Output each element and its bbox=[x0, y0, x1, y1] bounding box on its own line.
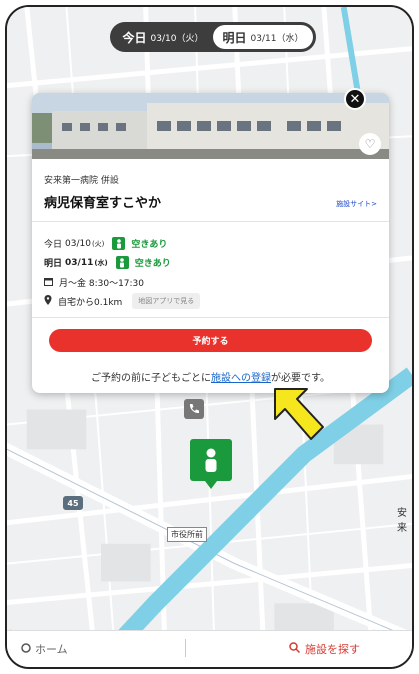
availability-tomorrow: 明日 03/11 (水) 空きあり bbox=[44, 256, 171, 269]
pointer-arrow bbox=[273, 387, 325, 447]
facility-name: 病児保育室すこやか bbox=[44, 196, 162, 211]
bottom-nav: ホーム 施設を探す bbox=[7, 630, 412, 667]
hospital-name: 安来第一病院 併設 bbox=[44, 176, 119, 186]
divider bbox=[32, 221, 389, 222]
registration-link[interactable]: 施設への登録 bbox=[211, 373, 271, 384]
nav-home-label: ホーム bbox=[35, 643, 68, 656]
map-edge-label: 安来 bbox=[397, 508, 407, 534]
distance-row: 自宅から0.1km 地図アプリで見る bbox=[44, 293, 201, 309]
availability-status: 空きあり bbox=[131, 240, 168, 250]
nav-separator bbox=[185, 639, 186, 657]
tab-tomorrow-label: 明日 bbox=[222, 30, 247, 45]
route-number-badge: 45 bbox=[63, 496, 83, 510]
availability-day: 明日 bbox=[44, 259, 63, 269]
facility-site-link[interactable]: 施設サイト> bbox=[336, 199, 377, 209]
facility-photo: ♡ bbox=[32, 93, 389, 159]
availability-weekday: (水) bbox=[94, 258, 108, 267]
facility-marker-icon[interactable] bbox=[190, 439, 232, 489]
availability-date: 03/10 bbox=[65, 238, 91, 249]
phone-frame: 今日 03/10（火） 明日 03/11（水） ♡ 安来第一病院 併設 病児保育… bbox=[5, 5, 414, 669]
tab-tomorrow[interactable]: 明日 03/11（水） bbox=[213, 25, 313, 49]
home-icon bbox=[21, 642, 31, 656]
facility-card: ♡ 安来第一病院 併設 病児保育室すこやか 施設サイト> 今日 03/10 (火… bbox=[32, 93, 389, 393]
note-before: ご予約の前に子どもごとに bbox=[91, 373, 211, 384]
map-app-button[interactable]: 地図アプリで見る bbox=[132, 293, 201, 309]
availability-status: 空きあり bbox=[134, 259, 171, 269]
close-icon[interactable]: ✕ bbox=[344, 88, 366, 110]
person-icon bbox=[112, 237, 126, 250]
location-pin-icon bbox=[44, 294, 52, 308]
nav-home[interactable]: ホーム bbox=[21, 641, 68, 657]
date-toggle: 今日 03/10（火） 明日 03/11（水） bbox=[110, 22, 316, 52]
nav-search-label: 施設を探す bbox=[305, 643, 360, 656]
distance-text: 自宅から0.1km bbox=[58, 297, 123, 308]
availability-date: 03/11 bbox=[65, 257, 94, 268]
availability-day: 今日 bbox=[44, 240, 63, 250]
nav-search[interactable]: 施設を探す bbox=[289, 641, 360, 657]
phone-marker-icon[interactable] bbox=[184, 399, 204, 419]
favorite-heart-icon[interactable]: ♡ bbox=[359, 133, 381, 155]
calendar-icon bbox=[44, 277, 53, 289]
business-hours: 月〜金 8:30〜17:30 bbox=[59, 279, 145, 289]
person-icon bbox=[115, 256, 129, 269]
tab-today-date: 03/10（火） bbox=[150, 33, 204, 44]
note-after: が必要です。 bbox=[271, 373, 330, 384]
tab-today[interactable]: 今日 03/10（火） bbox=[113, 25, 213, 49]
registration-note: ご予約の前に子どもごとに施設への登録が必要です。 bbox=[32, 369, 389, 384]
tab-today-label: 今日 bbox=[122, 30, 147, 45]
reserve-button[interactable]: 予約する bbox=[49, 329, 372, 352]
hours-row: 月〜金 8:30〜17:30 bbox=[44, 276, 144, 289]
search-icon bbox=[289, 642, 301, 656]
availability-weekday: (火) bbox=[91, 239, 105, 248]
tab-tomorrow-date: 03/11（水） bbox=[250, 33, 304, 44]
divider bbox=[32, 317, 389, 318]
place-label: 市役所前 bbox=[167, 527, 207, 542]
availability-today: 今日 03/10 (火) 空きあり bbox=[44, 237, 167, 250]
